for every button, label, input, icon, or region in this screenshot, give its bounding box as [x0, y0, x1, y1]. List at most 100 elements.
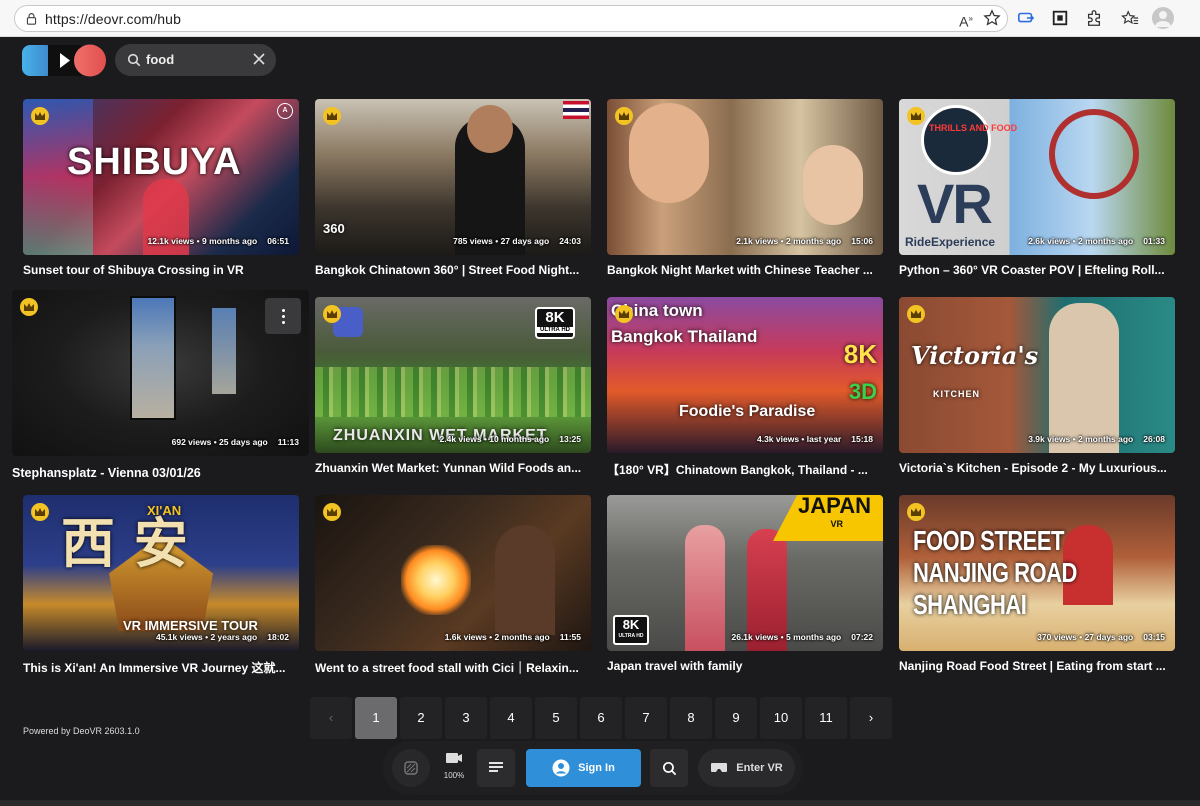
thumbnail-overlay-text: SHIBUYA: [67, 141, 242, 183]
thumbnail-overlay-text: NANJING ROAD: [913, 557, 1077, 589]
theme-icon: [404, 761, 418, 775]
page-button-6[interactable]: 6: [580, 697, 622, 739]
thumbnail-overlay-text: VR IMMERSIVE TOUR: [123, 618, 258, 633]
video-thumbnail[interactable]: SHIBUYA A 12.1k views • 9 months ago 06:5…: [23, 99, 299, 255]
premium-crown-icon: [907, 107, 925, 125]
favorites-icon[interactable]: [1120, 9, 1140, 29]
resolution-badge: 8K: [545, 309, 565, 326]
video-meta: 4.3k views • last year 15:18: [756, 434, 873, 444]
prev-page-button[interactable]: ‹: [310, 697, 352, 739]
video-thumbnail[interactable]: 8K ULTRA HD ZHUANXIN WET MARKET 2.4k vie…: [315, 297, 591, 453]
page-button-5[interactable]: 5: [535, 697, 577, 739]
page-button-1[interactable]: 1: [355, 697, 397, 739]
premium-crown-icon: [615, 305, 633, 323]
address-bar[interactable]: https://deovr.com/hub: [14, 5, 1008, 32]
vr-logo-icon: A: [277, 103, 293, 119]
page-button-2[interactable]: 2: [400, 697, 442, 739]
video-meta: 370 views • 27 days ago 03:15: [1037, 632, 1165, 642]
page-button-7[interactable]: 7: [625, 697, 667, 739]
video-title[interactable]: Sunset tour of Shibuya Crossing in VR: [23, 263, 299, 277]
search-input[interactable]: food: [146, 52, 174, 67]
video-thumbnail[interactable]: THRILLS AND FOOD VR RideExperience 2.6k …: [899, 99, 1175, 255]
video-thumbnail[interactable]: 360 785 views • 27 days ago 24:03: [315, 99, 591, 255]
zoom-control[interactable]: 100%: [437, 752, 471, 786]
page-button-9[interactable]: 9: [715, 697, 757, 739]
screenshot-icon[interactable]: [1050, 9, 1070, 29]
video-title[interactable]: Bangkok Night Market with Chinese Teache…: [607, 263, 883, 277]
premium-crown-icon: [323, 503, 341, 521]
video-thumbnail[interactable]: 西 安 XI'AN VR IMMERSIVE TOUR 45.1k views …: [23, 495, 299, 651]
clear-search-icon[interactable]: [252, 52, 266, 66]
page-button-10[interactable]: 10: [760, 697, 802, 739]
video-title[interactable]: Zhuanxin Wet Market: Yunnan Wild Foods a…: [315, 461, 591, 475]
screen-size-icon: [446, 753, 462, 763]
video-meta: 26.1k views • 5 months ago 07:22: [731, 632, 873, 642]
video-meta: 45.1k views • 2 years ago 18:02: [155, 632, 289, 642]
video-title[interactable]: Victoria`s Kitchen - Episode 2 - My Luxu…: [899, 461, 1175, 475]
sign-in-label: Sign In: [578, 762, 615, 774]
video-title[interactable]: 【180° VR】Chinatown Bangkok, Thailand - .…: [607, 461, 883, 478]
video-thumbnail[interactable]: China town Bangkok Thailand Foodie's Par…: [607, 297, 883, 453]
video-meta: 2.1k views • 2 months ago 15:06: [736, 236, 873, 246]
thumbnail-overlay-text: VR: [830, 519, 843, 529]
browser-toolbar: https://deovr.com/hub A»: [0, 0, 1200, 37]
video-thumbnail[interactable]: 692 views • 25 days ago 11:13: [12, 290, 309, 456]
search-icon: [662, 761, 676, 775]
video-thumbnail[interactable]: JAPAN VR 8K ULTRA HD 26.1k views • 5 mon…: [607, 495, 883, 651]
dark-mode-toggle-button[interactable]: [392, 749, 430, 787]
resolution-badge: 8K: [622, 617, 640, 632]
video-thumbnail[interactable]: Victoria's KITCHEN 3.9k views • 2 months…: [899, 297, 1175, 453]
premium-crown-icon: [20, 298, 38, 316]
playlist-icon: [489, 762, 503, 772]
video-title[interactable]: Python – 360° VR Coaster POV | Efteling …: [899, 263, 1175, 277]
search-icon: [127, 53, 141, 67]
powered-by-text: Powered by DeoVR 2603.1.0: [23, 726, 140, 736]
premium-crown-icon: [31, 107, 49, 125]
resolution-badge-sub: ULTRA HD: [618, 633, 644, 639]
playlist-button[interactable]: [477, 749, 515, 787]
page-button-3[interactable]: 3: [445, 697, 487, 739]
thumbnail-overlay-text: RideExperience: [905, 235, 996, 249]
zoom-level: 100%: [443, 771, 465, 780]
read-aloud-icon[interactable]: A»: [956, 9, 976, 30]
sign-in-button[interactable]: Sign In: [526, 749, 641, 787]
cast-icon[interactable]: [1016, 9, 1036, 29]
enter-vr-button[interactable]: Enter VR: [698, 749, 795, 787]
thumbnail-overlay-text: XI'AN: [147, 503, 182, 518]
premium-crown-icon: [907, 305, 925, 323]
video-meta: 2.4k views • 10 months ago 13:25: [439, 434, 582, 444]
video-title[interactable]: This is Xi'an! An Immersive VR Journey 这…: [23, 659, 299, 676]
video-title[interactable]: Stephansplatz - Vienna 03/01/26: [12, 466, 309, 480]
page-button-11[interactable]: 11: [805, 697, 847, 739]
search-button[interactable]: [650, 749, 688, 787]
thumbnail-overlay-text: FOOD STREET: [913, 525, 1064, 557]
video-thumbnail[interactable]: 2.1k views • 2 months ago 15:06: [607, 99, 883, 255]
thumbnail-overlay-text: 360: [323, 221, 345, 236]
3d-badge: 3D: [848, 379, 877, 404]
video-thumbnail[interactable]: 1.6k views • 2 months ago 11:55: [315, 495, 591, 651]
lock-icon[interactable]: [25, 12, 38, 25]
premium-crown-icon: [323, 305, 341, 323]
video-meta: 1.6k views • 2 months ago 11:55: [444, 632, 581, 642]
video-meta: 12.1k views • 9 months ago 06:51: [147, 236, 289, 246]
favorite-star-icon[interactable]: [982, 9, 1002, 29]
video-title[interactable]: Went to a street food stall with Cici｜Re…: [315, 659, 591, 676]
url-text[interactable]: https://deovr.com/hub: [45, 11, 181, 27]
premium-crown-icon: [615, 107, 633, 125]
next-page-button[interactable]: ›: [850, 697, 892, 739]
video-title[interactable]: Nanjing Road Food Street | Eating from s…: [899, 659, 1175, 673]
profile-icon[interactable]: [1152, 7, 1174, 29]
more-options-button[interactable]: [265, 298, 301, 334]
thumbnail-overlay-text: Foodie's Paradise: [679, 403, 816, 420]
video-title[interactable]: Japan travel with family: [607, 659, 883, 673]
page-button-8[interactable]: 8: [670, 697, 712, 739]
video-title[interactable]: Bangkok Chinatown 360° | Street Food Nig…: [315, 263, 591, 277]
page-button-4[interactable]: 4: [490, 697, 532, 739]
extensions-icon[interactable]: [1084, 9, 1104, 29]
search-box[interactable]: food: [115, 44, 276, 76]
deovr-logo[interactable]: [22, 44, 108, 77]
video-meta: 785 views • 27 days ago 24:03: [453, 236, 581, 246]
thumbnail-overlay-text: KITCHEN: [933, 389, 980, 399]
thumbnail-overlay-text: SHANGHAI: [913, 589, 1027, 621]
video-thumbnail[interactable]: FOOD STREET NANJING ROAD SHANGHAI 370 vi…: [899, 495, 1175, 651]
